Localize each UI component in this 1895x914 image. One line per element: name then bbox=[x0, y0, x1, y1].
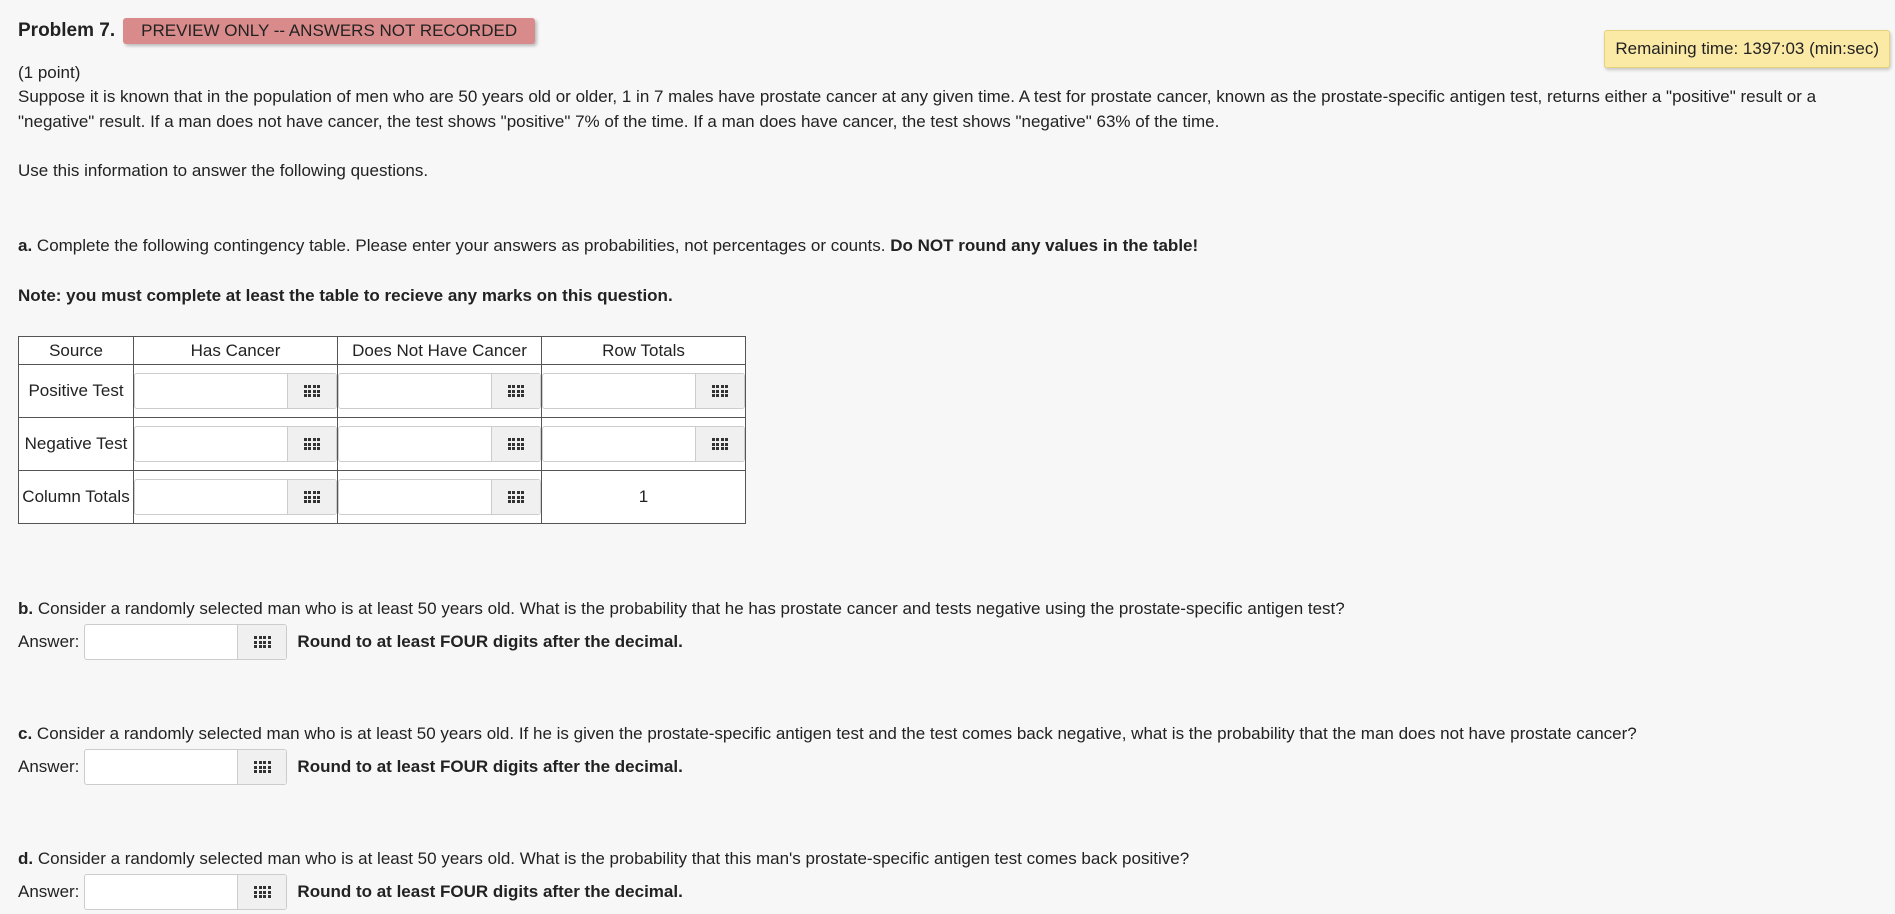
keypad-grid-icon bbox=[711, 438, 729, 450]
part-d-answer-row: Answer: Round to at least FOUR digits af… bbox=[18, 874, 683, 910]
positive-row-total-input[interactable] bbox=[543, 374, 695, 408]
keypad-grid-icon bbox=[303, 491, 321, 503]
keypad-button[interactable] bbox=[491, 374, 540, 408]
part-b-prompt: b. Consider a randomly selected man who … bbox=[18, 596, 1878, 621]
header-source: Source bbox=[18, 336, 134, 365]
part-c-letter: c. bbox=[18, 724, 33, 743]
positive-row-total-field bbox=[542, 373, 745, 409]
table-row-negative: Negative Test bbox=[18, 417, 746, 471]
keypad-grid-icon bbox=[507, 438, 525, 450]
keypad-grid-icon bbox=[254, 761, 271, 773]
instruction-text: Use this information to answer the follo… bbox=[18, 161, 429, 180]
positive-has-cancer-input[interactable] bbox=[135, 374, 287, 408]
negative-row-total-input[interactable] bbox=[543, 427, 695, 461]
contingency-table: Source Has Cancer Does Not Have Cancer R… bbox=[18, 336, 746, 524]
keypad-button[interactable] bbox=[237, 875, 287, 909]
part-b-text: Consider a randomly selected man who is … bbox=[33, 599, 1345, 618]
part-b-answer-field bbox=[84, 624, 288, 660]
preview-badge: PREVIEW ONLY -- ANSWERS NOT RECORDED bbox=[123, 18, 536, 44]
negative-no-cancer-input[interactable] bbox=[339, 427, 491, 461]
part-c-rounding-note: Round to at least FOUR digits after the … bbox=[297, 757, 683, 776]
keypad-grid-icon bbox=[303, 385, 321, 397]
part-a-prompt: a. Complete the following contingency ta… bbox=[18, 233, 1198, 258]
part-d-answer-field bbox=[84, 874, 288, 910]
keypad-grid-icon bbox=[507, 491, 525, 503]
table-row-column-totals: Column Totals 1 bbox=[18, 470, 746, 524]
header-has-cancer: Has Cancer bbox=[133, 336, 338, 365]
part-b-rounding-note: Round to at least FOUR digits after the … bbox=[297, 632, 683, 651]
problem-header: Problem 7. PREVIEW ONLY -- ANSWERS NOT R… bbox=[18, 18, 536, 44]
keypad-button[interactable] bbox=[237, 625, 287, 659]
negative-row-total-field bbox=[542, 426, 745, 462]
part-c-answer-row: Answer: Round to at least FOUR digits af… bbox=[18, 749, 683, 785]
part-b-answer-label: Answer: bbox=[18, 632, 80, 651]
point-value: (1 point) bbox=[18, 63, 81, 82]
part-d-text: Consider a randomly selected man who is … bbox=[33, 849, 1190, 868]
keypad-grid-icon bbox=[711, 385, 729, 397]
part-a-text: Complete the following contingency table… bbox=[32, 236, 891, 255]
header-row-totals: Row Totals bbox=[541, 336, 746, 365]
part-c-answer-label: Answer: bbox=[18, 757, 80, 776]
keypad-grid-icon bbox=[303, 438, 321, 450]
part-a-bold-text: Do NOT round any values in the table! bbox=[890, 236, 1199, 255]
keypad-button[interactable] bbox=[237, 750, 287, 784]
keypad-button[interactable] bbox=[491, 427, 540, 461]
positive-no-cancer-field bbox=[338, 373, 541, 409]
total-no-cancer-input[interactable] bbox=[339, 480, 491, 514]
keypad-button[interactable] bbox=[695, 427, 744, 461]
table-header-row: Source Has Cancer Does Not Have Cancer R… bbox=[18, 336, 746, 365]
part-d-answer-input[interactable] bbox=[85, 875, 238, 909]
row-label-positive: Positive Test bbox=[18, 364, 134, 418]
header-no-cancer: Does Not Have Cancer bbox=[337, 336, 542, 365]
positive-has-cancer-field bbox=[134, 373, 337, 409]
part-a-letter: a. bbox=[18, 236, 33, 255]
part-d-prompt: d. Consider a randomly selected man who … bbox=[18, 846, 1878, 871]
keypad-grid-icon bbox=[254, 886, 271, 898]
part-b-letter: b. bbox=[18, 599, 34, 618]
total-has-cancer-field bbox=[134, 479, 337, 515]
keypad-grid-icon bbox=[507, 385, 525, 397]
part-d-rounding-note: Round to at least FOUR digits after the … bbox=[297, 882, 683, 901]
part-b-answer-row: Answer: Round to at least FOUR digits af… bbox=[18, 624, 683, 660]
keypad-grid-icon bbox=[254, 636, 271, 648]
negative-no-cancer-field bbox=[338, 426, 541, 462]
part-b-answer-input[interactable] bbox=[85, 625, 238, 659]
positive-no-cancer-input[interactable] bbox=[339, 374, 491, 408]
keypad-button[interactable] bbox=[287, 374, 336, 408]
part-c-answer-field bbox=[84, 749, 288, 785]
part-a-note: Note: you must complete at least the tab… bbox=[18, 286, 673, 305]
row-label-negative: Negative Test bbox=[18, 417, 134, 471]
part-c-prompt: c. Consider a randomly selected man who … bbox=[18, 721, 1878, 746]
total-has-cancer-input[interactable] bbox=[135, 480, 287, 514]
table-row-positive: Positive Test bbox=[18, 364, 746, 418]
part-c-answer-input[interactable] bbox=[85, 750, 238, 784]
keypad-button[interactable] bbox=[287, 427, 336, 461]
part-d-letter: d. bbox=[18, 849, 34, 868]
keypad-button[interactable] bbox=[695, 374, 744, 408]
keypad-button[interactable] bbox=[491, 480, 540, 514]
keypad-button[interactable] bbox=[287, 480, 336, 514]
problem-title: Problem 7. bbox=[18, 20, 116, 41]
row-label-column-totals: Column Totals bbox=[18, 470, 134, 524]
part-c-text: Consider a randomly selected man who is … bbox=[32, 724, 1637, 743]
negative-has-cancer-input[interactable] bbox=[135, 427, 287, 461]
grand-total-value: 1 bbox=[541, 470, 746, 524]
remaining-time-badge: Remaining time: 1397:03 (min:sec) bbox=[1604, 30, 1890, 68]
part-d-answer-label: Answer: bbox=[18, 882, 80, 901]
negative-has-cancer-field bbox=[134, 426, 337, 462]
total-no-cancer-field bbox=[338, 479, 541, 515]
problem-statement: Suppose it is known that in the populati… bbox=[18, 87, 1817, 131]
